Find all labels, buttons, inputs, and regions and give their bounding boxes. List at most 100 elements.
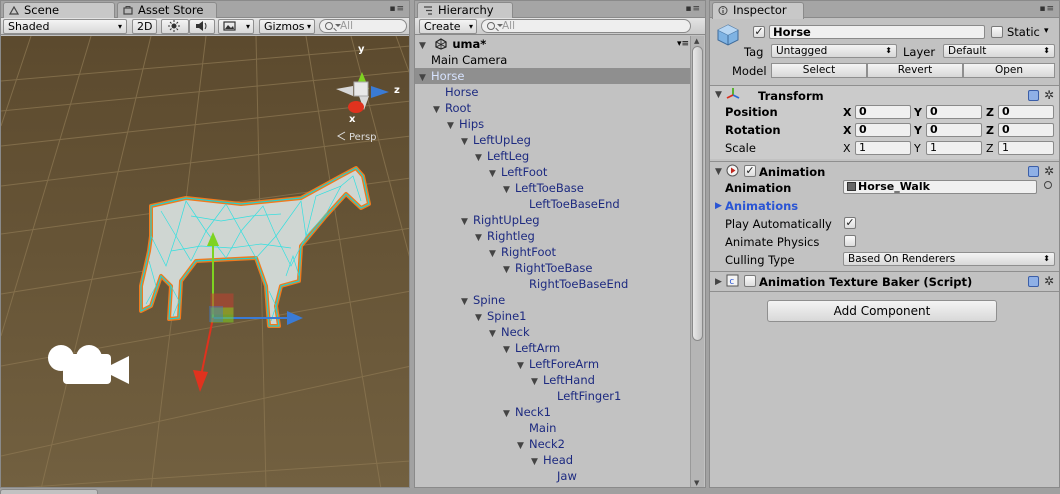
shading-mode-dropdown[interactable]: Shaded ▾: [3, 19, 127, 34]
static-dropdown-icon[interactable]: ▾: [1044, 26, 1049, 36]
static-checkbox[interactable]: [991, 26, 1003, 38]
effects-dropdown[interactable]: ▾: [218, 19, 254, 34]
gear-icon[interactable]: ✲: [1044, 89, 1054, 101]
layer-dropdown[interactable]: Default ⬍: [943, 44, 1055, 58]
hierarchy-row[interactable]: ▼ Spine1: [415, 308, 691, 324]
axis-x-label[interactable]: X: [843, 124, 851, 137]
baker-fold-icon[interactable]: ▶: [715, 277, 722, 287]
animations-label[interactable]: Animations: [725, 199, 798, 213]
axis-z-label[interactable]: Z: [986, 142, 994, 155]
hierarchy-row[interactable]: ▼ Root: [415, 100, 691, 116]
scene-search-input[interactable]: All: [319, 19, 407, 33]
axis-y-label[interactable]: Y: [914, 106, 922, 119]
hierarchy-row[interactable]: ▼ LeftFoot: [415, 164, 691, 180]
tag-dropdown[interactable]: Untagged ⬍: [771, 44, 897, 58]
tab-inspector[interactable]: Inspector: [712, 2, 804, 19]
axis-y-label[interactable]: Y: [914, 142, 921, 155]
scene-menu-icon[interactable]: ▾≡: [677, 36, 689, 52]
animations-fold-icon[interactable]: ▶: [715, 201, 722, 211]
scene-panel-menu-icon[interactable]: ▪≡: [389, 4, 405, 14]
hierarchy-row[interactable]: ▼ LeftLeg: [415, 148, 691, 164]
hierarchy-row[interactable]: ▼ Spine: [415, 292, 691, 308]
transform-z-field[interactable]: 0: [998, 105, 1054, 119]
tab-scene[interactable]: Scene: [3, 2, 115, 19]
inspector-panel-menu-icon[interactable]: ▪≡: [1039, 4, 1055, 14]
transform-x-field[interactable]: 0: [855, 105, 911, 119]
animation-fold-icon[interactable]: ▼: [715, 167, 722, 177]
axis-z-label[interactable]: Z: [986, 124, 994, 137]
hierarchy-row[interactable]: LeftFinger1: [415, 388, 691, 404]
transform-z-field[interactable]: 0: [998, 123, 1054, 137]
hierarchy-row[interactable]: ▼ LeftArm: [415, 340, 691, 356]
hierarchy-row[interactable]: ▼ RightFoot: [415, 244, 691, 260]
transform-x-field[interactable]: 0: [855, 123, 911, 137]
hierarchy-row[interactable]: ▼ Neck1: [415, 404, 691, 420]
scroll-down-icon[interactable]: ▼: [694, 479, 699, 487]
help-book-icon[interactable]: [1028, 166, 1039, 177]
hierarchy-row[interactable]: ▼ LeftUpLeg: [415, 132, 691, 148]
hierarchy-row[interactable]: ▼ RightUpLeg: [415, 212, 691, 228]
hierarchy-row[interactable]: ▼ Horse: [415, 68, 691, 84]
hierarchy-row[interactable]: Jaw: [415, 468, 691, 484]
hierarchy-row[interactable]: ▼ Neck2: [415, 436, 691, 452]
hierarchy-toolbar: Create ▾ All: [415, 18, 705, 35]
gizmos-dropdown[interactable]: Gizmos ▾: [259, 19, 315, 34]
animation-enabled-checkbox[interactable]: ✓: [744, 165, 756, 177]
axis-x-label[interactable]: X: [843, 106, 851, 119]
scene-root-row[interactable]: ▼ uma* ▾≡: [415, 36, 691, 52]
audio-toggle[interactable]: [189, 19, 215, 34]
hierarchy-row[interactable]: Horse: [415, 84, 691, 100]
projection-label[interactable]: Persp: [349, 132, 377, 143]
animation-clip-field[interactable]: Horse_Walk: [843, 180, 1037, 194]
gear-icon[interactable]: ✲: [1044, 275, 1054, 287]
hierarchy-row[interactable]: Main: [415, 420, 691, 436]
mode-2d-toggle[interactable]: 2D: [132, 19, 157, 34]
hierarchy-row[interactable]: ▼ LeftHand: [415, 372, 691, 388]
hierarchy-row[interactable]: RightToeBaseEnd: [415, 276, 691, 292]
hierarchy-search-input[interactable]: All: [481, 19, 691, 33]
transform-y-field[interactable]: 0: [926, 105, 982, 119]
model-revert-button[interactable]: Revert: [867, 63, 963, 78]
hierarchy-panel-menu-icon[interactable]: ▪≡: [685, 4, 701, 14]
transform-y-field[interactable]: 0: [926, 123, 982, 137]
tab-hierarchy[interactable]: Hierarchy: [417, 2, 513, 19]
transform-fold-icon[interactable]: ▼: [715, 90, 722, 100]
scene-viewport[interactable]: y z x Persp: [1, 35, 409, 487]
hierarchy-row[interactable]: ▼ LeftForeArm: [415, 356, 691, 372]
hierarchy-row[interactable]: Main Camera: [415, 52, 691, 68]
hierarchy-row[interactable]: LeftToeBaseEnd: [415, 196, 691, 212]
axis-y-label[interactable]: Y: [914, 124, 922, 137]
tab-asset-store[interactable]: Asset Store: [117, 2, 217, 18]
lighting-toggle[interactable]: [161, 19, 189, 34]
create-dropdown[interactable]: Create ▾: [419, 19, 477, 34]
hierarchy-row[interactable]: ▼ Head: [415, 452, 691, 468]
gear-icon[interactable]: ✲: [1044, 165, 1054, 177]
bottom-tab[interactable]: [0, 489, 98, 494]
scrollbar-thumb[interactable]: [692, 46, 703, 341]
active-checkbox[interactable]: ✓: [753, 26, 765, 38]
hierarchy-row[interactable]: ▼ Hips: [415, 116, 691, 132]
culling-type-dropdown[interactable]: Based On Renderers ⬍: [843, 252, 1055, 266]
transform-y-field[interactable]: 1: [926, 141, 982, 155]
axis-z-label[interactable]: Z: [986, 106, 994, 119]
object-name-field[interactable]: Horse: [769, 25, 985, 39]
animate-physics-checkbox[interactable]: [844, 235, 856, 247]
hierarchy-row[interactable]: ▼ Rightleg: [415, 228, 691, 244]
model-label: Model: [732, 64, 767, 78]
transform-z-field[interactable]: 1: [998, 141, 1054, 155]
object-picker-icon[interactable]: [1044, 181, 1052, 189]
help-book-icon[interactable]: [1028, 276, 1039, 287]
help-book-icon[interactable]: [1028, 90, 1039, 101]
hierarchy-scrollbar[interactable]: ▲ ▼: [690, 36, 704, 487]
add-component-button[interactable]: Add Component: [767, 300, 997, 322]
baker-enabled-checkbox[interactable]: [744, 275, 756, 287]
play-automatically-checkbox[interactable]: ✓: [844, 217, 856, 229]
model-select-button[interactable]: Select: [771, 63, 867, 78]
scroll-up-icon[interactable]: ▲: [694, 37, 699, 45]
axis-x-label[interactable]: X: [843, 142, 851, 155]
transform-x-field[interactable]: 1: [855, 141, 911, 155]
hierarchy-row[interactable]: ▼ LeftToeBase: [415, 180, 691, 196]
model-open-button[interactable]: Open: [963, 63, 1055, 78]
hierarchy-row[interactable]: ▼ Neck: [415, 324, 691, 340]
hierarchy-row[interactable]: ▼ RightToeBase: [415, 260, 691, 276]
